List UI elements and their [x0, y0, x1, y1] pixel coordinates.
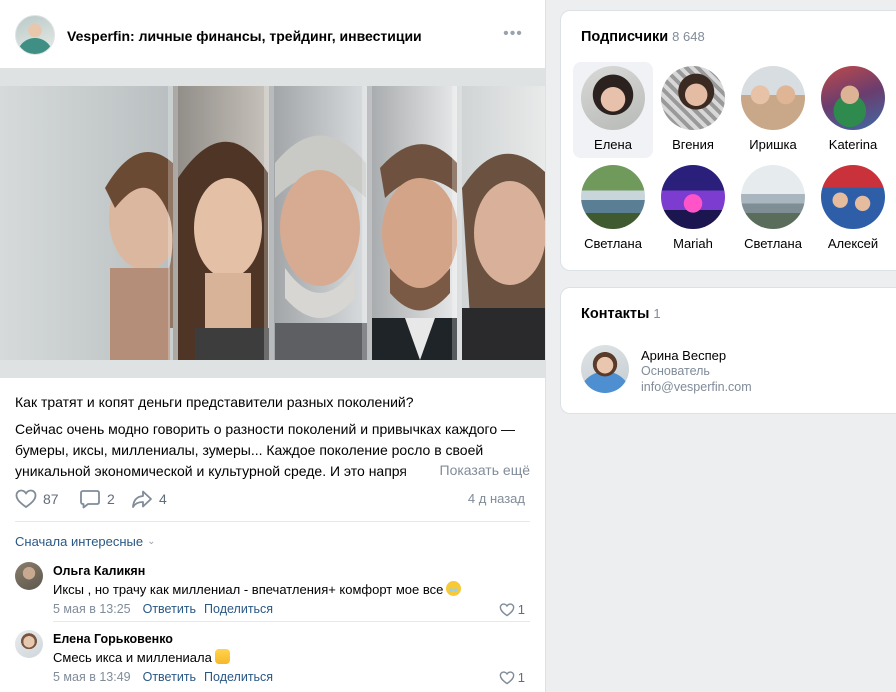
post-date[interactable]: 4 д назад — [468, 491, 525, 506]
comment-meta: 5 мая в 13:49 Ответить Поделиться — [53, 670, 273, 684]
contact-name[interactable]: Арина Веспер — [641, 348, 726, 363]
avatar — [821, 165, 885, 229]
avatar — [741, 66, 805, 130]
subscriber-name: Вгения — [672, 137, 714, 152]
comments-sort-dropdown[interactable]: Сначала интересные ⌄ — [15, 534, 156, 549]
avatar — [741, 165, 805, 229]
subscriber-name: Светлана — [584, 236, 642, 251]
share-count: 4 — [159, 491, 167, 507]
post-card: Vesperfin: личные финансы, трейдинг, инв… — [0, 0, 546, 692]
avatar[interactable] — [581, 345, 629, 393]
like-count: 87 — [43, 491, 59, 507]
subscriber-item[interactable]: Светлана — [733, 161, 813, 257]
subscribers-count: 8 648 — [672, 29, 705, 44]
comment-text: Смесь икса и миллениала — [53, 649, 230, 665]
avatar — [821, 66, 885, 130]
comment-button[interactable]: 2 — [79, 488, 115, 510]
subscribers-title[interactable]: Подписчики 8 648 — [581, 29, 705, 45]
subscriber-name: Елена — [594, 137, 632, 152]
subscriber-item[interactable]: Алексей — [813, 161, 893, 257]
comment-icon — [80, 490, 100, 509]
comment-date[interactable]: 5 мая в 13:49 — [53, 670, 131, 684]
divider — [53, 621, 530, 622]
divider — [15, 521, 530, 522]
comment-text-content: Иксы , но трачу как миллениал - впечатле… — [53, 582, 444, 597]
comment-item: Ольга Каликян Иксы , но трачу как миллен… — [15, 562, 530, 622]
heart-icon — [499, 602, 515, 616]
post-header: Vesperfin: личные финансы, трейдинг, инв… — [0, 0, 545, 68]
post-image[interactable] — [0, 68, 545, 378]
generations-portraits-image — [0, 68, 545, 378]
contacts-card: Контакты 1 Арина Веспер Основатель info@v… — [560, 287, 896, 414]
comment-text: Иксы , но трачу как миллениал - впечатле… — [53, 581, 462, 597]
post-body: Сейчас очень модно говорить о разности п… — [15, 419, 530, 481]
share-button[interactable]: 4 — [131, 488, 167, 510]
subscriber-name: Katerina — [828, 137, 878, 152]
comment-like-count: 1 — [517, 602, 525, 617]
subscriber-item[interactable]: Mariah — [653, 161, 733, 257]
subscriber-name: Mariah — [673, 236, 713, 251]
avatar[interactable] — [15, 562, 43, 590]
subscriber-item[interactable]: Katerina — [813, 62, 893, 158]
post-actions: 87 2 4 4 д назад — [15, 488, 530, 512]
subscriber-item[interactable]: Иришка — [733, 62, 813, 158]
avatar[interactable] — [15, 630, 43, 658]
comment-date[interactable]: 5 мая в 13:25 — [53, 602, 131, 616]
reply-link[interactable]: Ответить — [143, 602, 196, 616]
share-link[interactable]: Поделиться — [204, 602, 273, 616]
post-question: Как тратят и копят деньги представители … — [15, 394, 414, 410]
subscriber-item[interactable]: Вгения — [653, 62, 733, 158]
laughing-emoji-icon — [446, 581, 462, 596]
subscriber-name: Алексей — [827, 236, 879, 251]
avatar — [581, 165, 645, 229]
chevron-down-icon: ⌄ — [147, 536, 156, 547]
comment-like-count: 1 — [517, 670, 525, 685]
heart-icon — [499, 670, 515, 684]
contact-email[interactable]: info@vesperfin.com — [641, 380, 752, 394]
contact-role: Основатель — [641, 364, 710, 378]
avatar — [661, 66, 725, 130]
comment-text-content: Смесь икса и миллениала — [53, 650, 212, 665]
comment-count: 2 — [107, 491, 115, 507]
post-text: Как тратят и копят деньги представители … — [15, 392, 530, 481]
raised-hands-emoji-icon — [214, 649, 230, 664]
share-icon — [132, 490, 152, 508]
comment-like-button[interactable]: 1 — [499, 670, 525, 685]
reply-link[interactable]: Ответить — [143, 670, 196, 684]
heart-icon — [15, 489, 37, 509]
avatar — [661, 165, 725, 229]
subscribers-title-text: Подписчики — [581, 29, 669, 45]
more-horizontal-icon[interactable]: ••• — [503, 26, 523, 46]
subscriber-item[interactable]: Светлана — [573, 161, 653, 257]
subscriber-item[interactable]: Елена — [573, 62, 653, 158]
contacts-title[interactable]: Контакты 1 — [581, 306, 661, 322]
subscriber-name: Иришка — [749, 137, 797, 152]
share-link[interactable]: Поделиться — [204, 670, 273, 684]
comment-like-button[interactable]: 1 — [499, 602, 525, 617]
subscriber-name: Светлана — [744, 236, 802, 251]
comments-sort-label: Сначала интересные — [15, 534, 144, 549]
group-avatar[interactable] — [15, 15, 55, 55]
avatar — [581, 66, 645, 130]
comment-meta: 5 мая в 13:25 Ответить Поделиться — [53, 602, 273, 616]
contacts-count: 1 — [653, 306, 661, 321]
comment-author[interactable]: Ольга Каликян — [53, 564, 145, 578]
like-button[interactable]: 87 — [15, 488, 59, 510]
comment-item: Елена Горьковенко Смесь икса и миллениал… — [15, 630, 530, 690]
contacts-title-text: Контакты — [581, 306, 650, 322]
group-name[interactable]: Vesperfin: личные финансы, трейдинг, инв… — [67, 28, 422, 44]
comment-author[interactable]: Елена Горьковенко — [53, 632, 173, 646]
show-more-link[interactable]: Показать ещё — [399, 460, 530, 481]
subscribers-card: Подписчики 8 648 Елена Вгения Иришка Kate… — [560, 10, 896, 271]
